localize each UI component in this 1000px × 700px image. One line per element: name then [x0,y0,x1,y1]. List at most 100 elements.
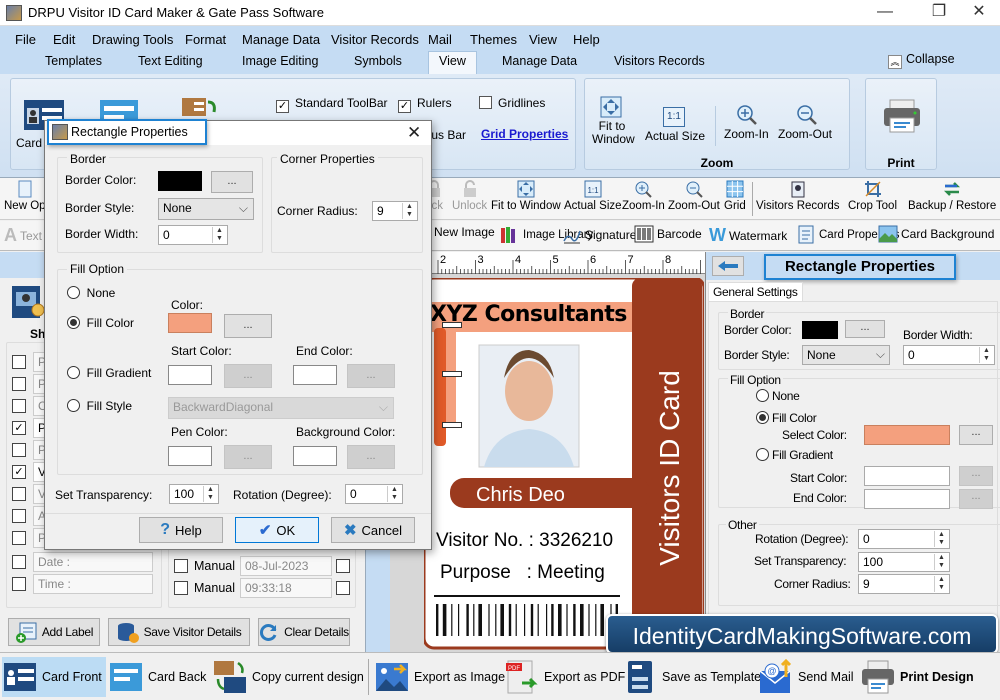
time-side-checkbox[interactable] [336,581,350,595]
selection-handle[interactable] [442,422,462,428]
fill-gradient-radio[interactable]: Fill Gradient [67,366,151,380]
selection-handle[interactable] [442,371,462,377]
border-color-picker-button[interactable]: ... [845,320,885,338]
new-button[interactable]: New Op [4,180,46,212]
dialog-close-icon[interactable]: ✕ [407,123,421,143]
tab-image-editing[interactable]: Image Editing [232,53,328,69]
pen-color-swatch[interactable] [168,446,212,466]
start-color-swatch[interactable] [864,466,950,486]
spinner-icon[interactable]: ▲ ▼ [934,576,948,592]
unlock-button[interactable]: Unlock [452,180,487,212]
border-width-input[interactable]: 0 ▲ ▼ [903,345,995,365]
pen-color-picker-button[interactable]: ... [224,445,272,469]
transparency-input[interactable]: 100 ▲ ▼ [169,484,219,504]
grid-toolbar-button[interactable]: Grid [724,180,746,212]
start-color-picker-button[interactable]: ... [959,466,993,486]
fill-color-picker-button[interactable]: ... [224,314,272,338]
actual-size-toolbar-button[interactable]: 1:1 Actual Size [564,180,622,212]
field-checkbox-checked[interactable]: ✓ [12,421,26,435]
field-checkbox[interactable] [12,377,26,391]
tab-templates[interactable]: Templates [35,53,112,69]
add-label-button[interactable]: Add Label [8,618,100,646]
back-button[interactable] [712,256,744,276]
card-back-button[interactable]: Card Back [108,657,206,697]
fill-none-radio[interactable]: None [756,389,800,403]
rotation-input[interactable]: 0 ▲ ▼ [858,529,950,549]
new-image-button[interactable]: New Image [434,225,495,239]
menu-mail[interactable]: Mail [428,32,452,47]
print-icon[interactable] [882,98,922,136]
visitor-no-row[interactable]: Visitor No. : 3326210 [436,530,613,552]
zoom-out-button[interactable]: Zoom-Out [778,128,832,141]
field-checkbox[interactable] [12,555,26,569]
spinner-icon[interactable]: ▲ ▼ [387,486,401,502]
rotation-input[interactable]: 0 ▲ ▼ [345,484,403,504]
spinner-icon[interactable]: ▲ ▼ [203,486,217,502]
visitor-name[interactable]: Chris Deo [476,484,565,507]
id-card[interactable]: XYZ Consultants Chris Deo Visitor No. : … [424,278,704,650]
tab-manage-data[interactable]: Manage Data [492,53,587,69]
tab-symbols[interactable]: Symbols [344,53,412,69]
field-checkbox[interactable] [12,355,26,369]
background-color-swatch[interactable] [293,446,337,466]
menu-help[interactable]: Help [573,32,600,47]
spinner-icon[interactable]: ▲ ▼ [402,203,416,219]
start-color-picker-button[interactable]: ... [224,364,272,388]
tab-visitors-records[interactable]: Visitors Records [604,53,715,69]
end-color-swatch[interactable] [293,365,337,385]
barcode-button[interactable]: Barcode [634,225,702,243]
menu-format[interactable]: Format [185,32,226,47]
border-style-select[interactable]: None ⌵ [802,345,890,365]
zoom-in-toolbar-button[interactable]: Zoom-In [622,180,665,212]
minimize-button[interactable]: — [862,0,908,26]
tab-text-editing[interactable]: Text Editing [128,53,213,69]
clear-details-button[interactable]: Clear Details [258,618,350,646]
visitors-records-toolbar-button[interactable]: Visitors Records [756,180,840,212]
manual-time-checkbox[interactable] [174,581,188,595]
date-field[interactable]: 08-Jul-2023 [240,556,332,576]
send-mail-button[interactable]: @ Send Mail [758,657,854,697]
menu-drawing-tools[interactable]: Drawing Tools [92,32,173,47]
text-button[interactable]: A Text [4,225,42,246]
selection-handle[interactable] [442,322,462,328]
status-bar-checkbox-label[interactable]: tus Bar [428,128,466,142]
save-visitor-details-button[interactable]: Save Visitor Details [108,618,250,646]
border-width-input[interactable]: 0 ▲ ▼ [158,225,228,245]
help-button[interactable]: ? Help [139,517,223,543]
watermark-button[interactable]: W Watermark [709,225,787,246]
purpose-row[interactable]: Purpose : Meeting [440,562,605,584]
tab-view[interactable]: View [428,51,477,74]
fill-style-radio[interactable]: Fill Style [67,399,132,413]
gridlines-checkbox[interactable]: Gridlines [479,96,545,110]
date-side-checkbox[interactable] [336,559,350,573]
time-field[interactable]: 09:33:18 [240,578,332,598]
field-checkbox[interactable] [12,577,26,591]
actual-size-button[interactable]: Actual Size [645,130,705,143]
field-checkbox[interactable] [12,487,26,501]
field-checkbox[interactable] [12,399,26,413]
fit-to-window-toolbar-button[interactable]: Fit to Window [491,180,561,212]
save-as-template-button[interactable]: Save as Template [622,657,761,697]
card-front-button[interactable]: Card Front [2,657,106,697]
border-color-swatch[interactable] [158,171,202,191]
manual-date-checkbox[interactable] [174,559,188,573]
spinner-icon[interactable]: ▲ ▼ [979,347,993,363]
export-as-image-button[interactable]: Export as Image [374,657,505,697]
field-input[interactable]: Time : [33,574,153,594]
ok-button[interactable]: ✔ OK [235,517,319,543]
zoom-out-toolbar-button[interactable]: Zoom-Out [668,180,720,212]
field-checkbox[interactable] [12,509,26,523]
end-color-picker-button[interactable]: ... [959,489,993,509]
tab-general-settings[interactable]: General Settings [708,282,803,301]
start-color-swatch[interactable] [168,365,212,385]
spinner-icon[interactable]: ▲ ▼ [934,554,948,570]
field-checkbox-checked[interactable]: ✓ [12,465,26,479]
spinner-icon[interactable]: ▲ ▼ [934,531,948,547]
field-checkbox[interactable] [12,443,26,457]
fill-color-picker-button[interactable]: ... [959,425,993,445]
fit-to-window-button[interactable]: Fit to Window [592,120,635,146]
standard-toolbar-checkbox[interactable]: ✓ Standard ToolBar [276,96,388,113]
fill-style-select[interactable]: BackwardDiagonal ⌵ [168,397,394,419]
transparency-input[interactable]: 100 ▲ ▼ [858,552,950,572]
collapse-button[interactable]: ︽ Collapse [888,52,955,69]
